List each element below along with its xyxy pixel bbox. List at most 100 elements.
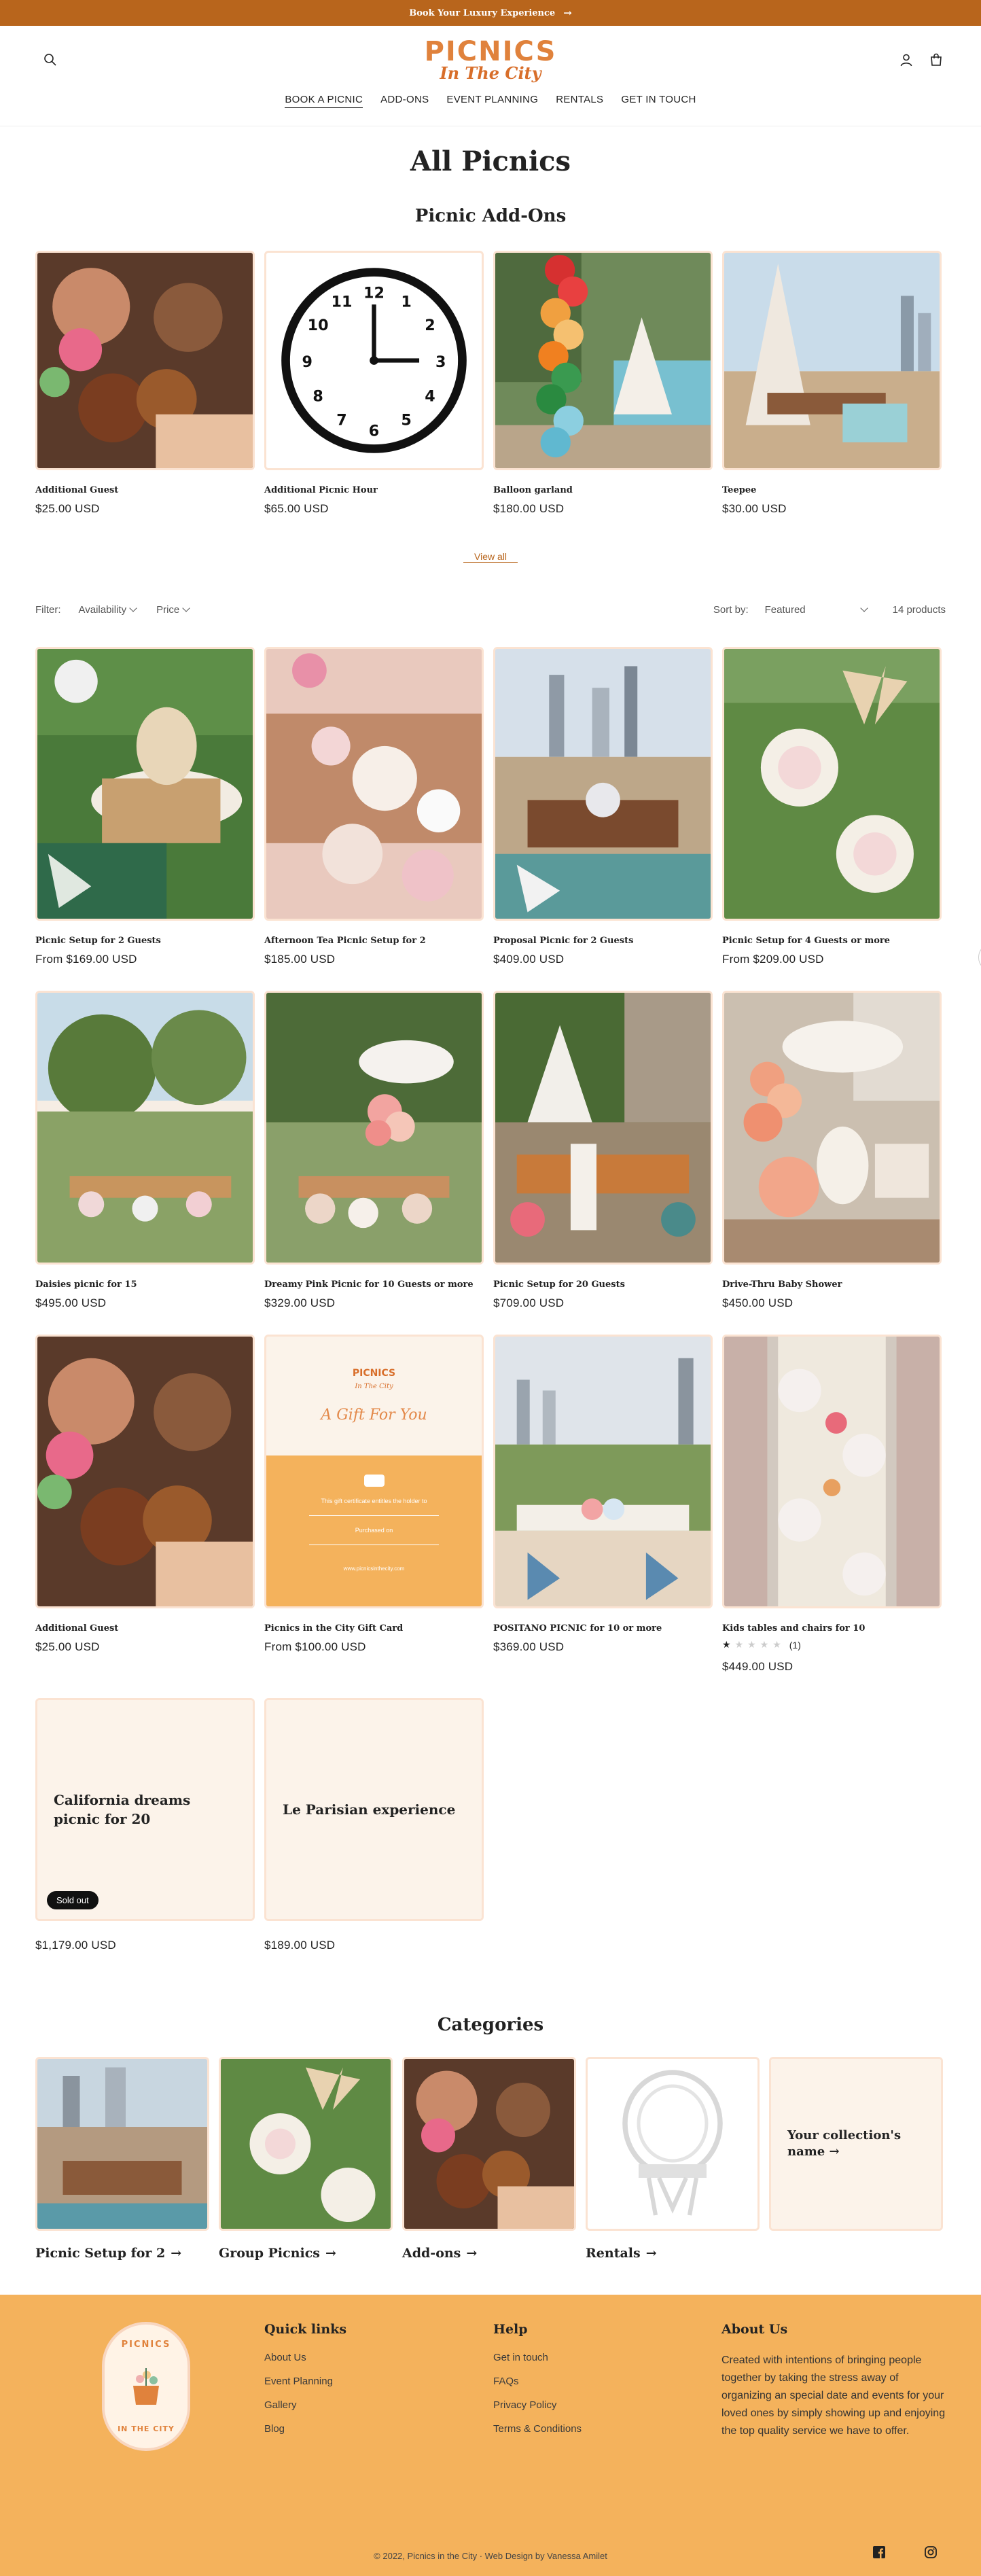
footer-logo-badge[interactable]: PICNICS IN THE CITY — [102, 2322, 190, 2451]
arrow-right-icon: → — [325, 2246, 336, 2261]
product-card[interactable]: Drive-Thru Baby Shower $450.00 USD — [722, 991, 942, 1310]
addon-card[interactable]: 12 1 2 3 4 5 6 7 8 9 10 11 Additional Picnic Hour $… — [264, 251, 484, 516]
clock-icon: 12 12 345 6 789 1011 — [281, 268, 467, 453]
product-count: 14 products — [892, 603, 946, 616]
facebook-icon[interactable] — [872, 2545, 886, 2562]
svg-text:11: 11 — [332, 293, 353, 311]
sort-label: Sort by: — [713, 603, 749, 616]
product-placeholder: Le Parisian experience — [266, 1700, 482, 1919]
product-image — [264, 991, 484, 1265]
picnic-basket-icon — [133, 2368, 159, 2405]
addon-card[interactable]: Balloon garland $180.00 USD — [493, 251, 713, 516]
footer-link-about-us[interactable]: About Us — [264, 2352, 468, 2363]
footer-link-get-in-touch[interactable]: Get in touch — [493, 2352, 697, 2363]
chevron-down-icon — [182, 604, 190, 612]
help-title: Help — [493, 2322, 528, 2337]
product-image — [35, 251, 255, 470]
about-column: About Us Created with intentions of brin… — [721, 2322, 946, 2440]
addon-card[interactable]: Additional Guest $25.00 USD — [35, 251, 255, 516]
about-text: Created with intentions of bringing peop… — [721, 2354, 946, 2437]
category-card[interactable]: Rentals → — [586, 2057, 760, 2261]
product-card[interactable]: PICNICS In The City A Gift For You This … — [264, 1335, 484, 1674]
category-card[interactable]: Group Picnics → — [219, 2057, 393, 2261]
nav-get-in-touch[interactable]: GET IN TOUCH — [621, 94, 696, 108]
svg-text:4: 4 — [425, 388, 435, 406]
star-rating-icon: ★★★★★ — [722, 1639, 785, 1650]
product-card[interactable]: California dreams picnic for 20 Sold out… — [35, 1698, 255, 1952]
product-card[interactable]: Le Parisian experience $189.00 USD — [264, 1698, 484, 1952]
footer-link-faqs[interactable]: FAQs — [493, 2376, 697, 2387]
category-placeholder: Your collection's name → — [771, 2059, 941, 2229]
product-price: $329.00 USD — [264, 1296, 336, 1309]
placeholder-title: Le Parisian experience — [283, 1801, 456, 1818]
product-card[interactable]: POSITANO PICNIC for 10 or more $369.00 U… — [493, 1335, 713, 1674]
product-price: $709.00 USD — [493, 1296, 565, 1309]
footer-link-privacy-policy[interactable]: Privacy Policy — [493, 2399, 697, 2411]
cart-icon[interactable] — [927, 50, 946, 69]
site-logo[interactable]: PICNICS In The City — [425, 38, 557, 82]
page-title: All Picnics — [410, 145, 571, 177]
sort-value: Featured — [764, 603, 806, 616]
product-title: Picnic Setup for 20 Guests — [493, 1280, 625, 1290]
product-card[interactable]: Picnic Setup for 2 Guests From $169.00 U… — [35, 647, 255, 966]
product-price: $450.00 USD — [722, 1296, 793, 1309]
site-header: PICNICS In The City BOOK A PICNIC ADD-ON… — [0, 26, 981, 126]
price-label: Price — [156, 603, 180, 616]
product-title: Additional Guest — [35, 485, 119, 495]
product-card[interactable]: Picnic Setup for 4 Guests or more From $… — [722, 647, 942, 966]
svg-text:5: 5 — [401, 412, 411, 429]
announcement-bar[interactable]: Book Your Luxury Experience → — [0, 0, 981, 26]
nav-rentals[interactable]: RENTALS — [556, 94, 603, 108]
product-image: PICNICS In The City A Gift For You This … — [264, 1335, 484, 1608]
product-card[interactable]: Daisies picnic for 15 $495.00 USD — [35, 991, 255, 1310]
footer-link-blog[interactable]: Blog — [264, 2423, 468, 2435]
categories-heading: Categories — [437, 2015, 544, 2035]
addon-card[interactable]: Teepee $30.00 USD — [722, 251, 942, 516]
category-title: Group Picnics → — [219, 2246, 393, 2261]
product-title: Teepee — [722, 485, 757, 495]
instagram-icon[interactable] — [924, 2545, 938, 2562]
availability-label: Availability — [78, 603, 127, 616]
back-to-top-button[interactable] — [978, 943, 981, 972]
arrow-right-icon: → — [829, 2145, 840, 2159]
product-card[interactable]: Afternoon Tea Picnic Setup for 2 $185.00… — [264, 647, 484, 966]
product-title: Proposal Picnic for 2 Guests — [493, 936, 634, 946]
category-card[interactable]: Add-ons → — [402, 2057, 576, 2261]
product-image: California dreams picnic for 20 Sold out — [35, 1698, 255, 1921]
footer-link-gallery[interactable]: Gallery — [264, 2399, 468, 2411]
product-card[interactable]: Dreamy Pink Picnic for 10 Guests or more… — [264, 991, 484, 1310]
product-title: Picnic Setup for 2 Guests — [35, 936, 161, 946]
footer-link-terms[interactable]: Terms & Conditions — [493, 2423, 697, 2435]
badge-bottom-text: IN THE CITY — [118, 2424, 175, 2433]
product-price: From $209.00 USD — [722, 953, 824, 966]
svg-text:1: 1 — [401, 293, 411, 311]
svg-text:10: 10 — [308, 317, 329, 334]
nav-book-a-picnic[interactable]: BOOK A PICNIC — [285, 94, 363, 108]
view-all-link[interactable]: View all — [463, 551, 518, 563]
footer-link-event-planning[interactable]: Event Planning — [264, 2376, 468, 2387]
product-title: Kids tables and chairs for 10 — [722, 1623, 866, 1634]
placeholder-title: California dreams picnic for 20 — [54, 1792, 191, 1827]
about-title: About Us — [721, 2322, 788, 2337]
chevron-down-icon — [859, 604, 868, 612]
search-icon[interactable] — [41, 50, 60, 69]
category-card[interactable]: Picnic Setup for 2 → — [35, 2057, 209, 2261]
product-card[interactable]: Proposal Picnic for 2 Guests $409.00 USD — [493, 647, 713, 966]
product-card[interactable]: Picnic Setup for 20 Guests $709.00 USD — [493, 991, 713, 1310]
product-image — [35, 647, 255, 921]
copyright: © 2022, Picnics in the City · Web Design… — [374, 2551, 607, 2561]
category-label: Your collection's name — [787, 2128, 902, 2159]
nav-add-ons[interactable]: ADD-ONS — [380, 94, 429, 108]
gift-card-brand-sub: In The City — [355, 1383, 393, 1391]
nav-event-planning[interactable]: EVENT PLANNING — [446, 94, 538, 108]
category-card[interactable]: Your collection's name → — [769, 2057, 943, 2261]
product-title: POSITANO PICNIC for 10 or more — [493, 1623, 662, 1634]
gift-card-line-a: This gift certificate entitles the holde… — [321, 1497, 427, 1504]
availability-filter[interactable]: Availability — [79, 604, 137, 616]
quick-links-title: Quick links — [264, 2322, 347, 2337]
account-icon[interactable] — [897, 50, 916, 69]
sort-select[interactable]: Featured — [764, 603, 868, 616]
product-card[interactable]: Additional Guest $25.00 USD — [35, 1335, 255, 1674]
price-filter[interactable]: Price — [156, 603, 190, 616]
product-card[interactable]: Kids tables and chairs for 10 ★★★★★ (1) … — [722, 1335, 942, 1674]
